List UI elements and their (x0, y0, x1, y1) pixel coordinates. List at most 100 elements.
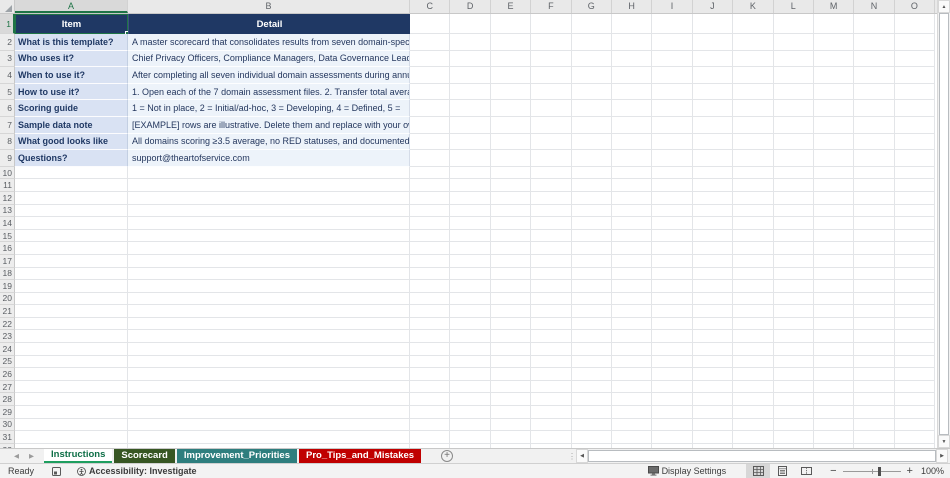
cell-G31[interactable] (571, 431, 612, 444)
cell-G11[interactable] (571, 179, 612, 192)
cell-N29[interactable] (854, 406, 895, 419)
cell-D17[interactable] (450, 254, 491, 268)
cell-M26[interactable] (813, 368, 855, 381)
cell-N5[interactable] (854, 83, 895, 101)
row-header-12[interactable]: 12 (0, 191, 15, 205)
cell-A11[interactable] (15, 179, 128, 192)
cell-H8[interactable] (611, 133, 653, 151)
cell-B16[interactable] (128, 242, 410, 255)
cell-J4[interactable] (692, 67, 734, 84)
cell-M1[interactable] (813, 14, 855, 34)
cell-I16[interactable] (652, 242, 693, 255)
cell-N10[interactable] (854, 166, 895, 180)
cell-C28[interactable] (410, 393, 451, 407)
cell-H9[interactable] (611, 150, 653, 167)
cell-C15[interactable] (410, 229, 451, 243)
cell-E12[interactable] (490, 191, 532, 205)
cell-K25[interactable] (733, 355, 774, 369)
row-header-30[interactable]: 30 (0, 418, 15, 432)
cell-E14[interactable] (490, 217, 532, 230)
cell-O6[interactable] (894, 100, 936, 117)
cell-L11[interactable] (773, 179, 814, 192)
cell-F30[interactable] (531, 418, 572, 432)
cell-D18[interactable] (450, 267, 491, 281)
cell-A30[interactable] (15, 418, 128, 432)
row-header-27[interactable]: 27 (0, 380, 15, 394)
cell-L22[interactable] (773, 317, 814, 331)
cell-I18[interactable] (652, 267, 693, 281)
cell-O25[interactable] (894, 355, 936, 369)
cell-D26[interactable] (450, 368, 491, 381)
cell-A5[interactable]: How to use it? (15, 83, 128, 101)
cell-G5[interactable] (571, 83, 612, 101)
cell-H28[interactable] (611, 393, 653, 407)
cell-J6[interactable] (692, 100, 734, 117)
cell-G1[interactable] (571, 14, 612, 34)
column-header-A[interactable]: A (15, 0, 128, 13)
cell-J16[interactable] (692, 242, 734, 255)
cell-K6[interactable] (733, 100, 774, 117)
cell-J31[interactable] (692, 431, 734, 444)
cell-N30[interactable] (854, 418, 895, 432)
cell-K1[interactable] (733, 14, 774, 34)
cell-C11[interactable] (410, 179, 451, 192)
cell-L20[interactable] (773, 292, 814, 306)
cell-F26[interactable] (531, 368, 572, 381)
cell-J17[interactable] (692, 254, 734, 268)
vertical-scrollbar[interactable]: ▲ ▼ (937, 0, 950, 448)
cell-O9[interactable] (894, 150, 936, 167)
cell-E27[interactable] (490, 380, 532, 394)
cell-I13[interactable] (652, 204, 693, 218)
cell-M7[interactable] (813, 116, 855, 134)
cell-B17[interactable] (128, 254, 410, 268)
cell-O27[interactable] (894, 380, 936, 394)
cell-N22[interactable] (854, 317, 895, 331)
cell-H3[interactable] (611, 50, 653, 68)
cell-B2[interactable]: A master scorecard that consolidates res… (128, 34, 410, 51)
scroll-down-arrow-icon[interactable]: ▼ (938, 435, 950, 448)
cell-E18[interactable] (490, 267, 532, 281)
cell-B22[interactable] (128, 317, 410, 331)
tab-scroll-left-icon[interactable]: ◀ (14, 452, 19, 460)
cell-G14[interactable] (571, 217, 612, 230)
row-header-11[interactable]: 11 (0, 179, 15, 192)
cell-F7[interactable] (531, 116, 572, 134)
cell-A13[interactable] (15, 204, 128, 218)
vertical-scroll-thumb[interactable] (939, 13, 949, 435)
row-header-15[interactable]: 15 (0, 229, 15, 243)
cell-B18[interactable] (128, 267, 410, 281)
cell-E30[interactable] (490, 418, 532, 432)
cell-A12[interactable] (15, 191, 128, 205)
row-header-29[interactable]: 29 (0, 406, 15, 419)
column-header-N[interactable]: N (854, 0, 895, 13)
cell-F13[interactable] (531, 204, 572, 218)
cell-C4[interactable] (410, 67, 451, 84)
new-sheet-button[interactable]: + (441, 450, 454, 462)
cell-E25[interactable] (490, 355, 532, 369)
cell-E29[interactable] (490, 406, 532, 419)
cell-C5[interactable] (410, 83, 451, 101)
cell-M19[interactable] (813, 280, 855, 293)
cell-K27[interactable] (733, 380, 774, 394)
column-header-F[interactable]: F (531, 0, 572, 13)
cell-A25[interactable] (15, 355, 128, 369)
cell-I9[interactable] (652, 150, 693, 167)
cell-E24[interactable] (490, 343, 532, 356)
cell-N24[interactable] (854, 343, 895, 356)
cell-C14[interactable] (410, 217, 451, 230)
cell-J8[interactable] (692, 133, 734, 151)
cell-I17[interactable] (652, 254, 693, 268)
cell-I11[interactable] (652, 179, 693, 192)
cell-E16[interactable] (490, 242, 532, 255)
cell-L10[interactable] (773, 166, 814, 180)
cell-G26[interactable] (571, 368, 612, 381)
cell-K24[interactable] (733, 343, 774, 356)
cell-A1-item-header[interactable]: Item (15, 14, 128, 34)
cell-J19[interactable] (692, 280, 734, 293)
tab-splitter-handle[interactable]: ⋮ (568, 449, 576, 463)
cell-C21[interactable] (410, 305, 451, 318)
cell-J25[interactable] (692, 355, 734, 369)
cell-I7[interactable] (652, 116, 693, 134)
cell-L1[interactable] (773, 14, 814, 34)
column-header-D[interactable]: D (450, 0, 491, 13)
